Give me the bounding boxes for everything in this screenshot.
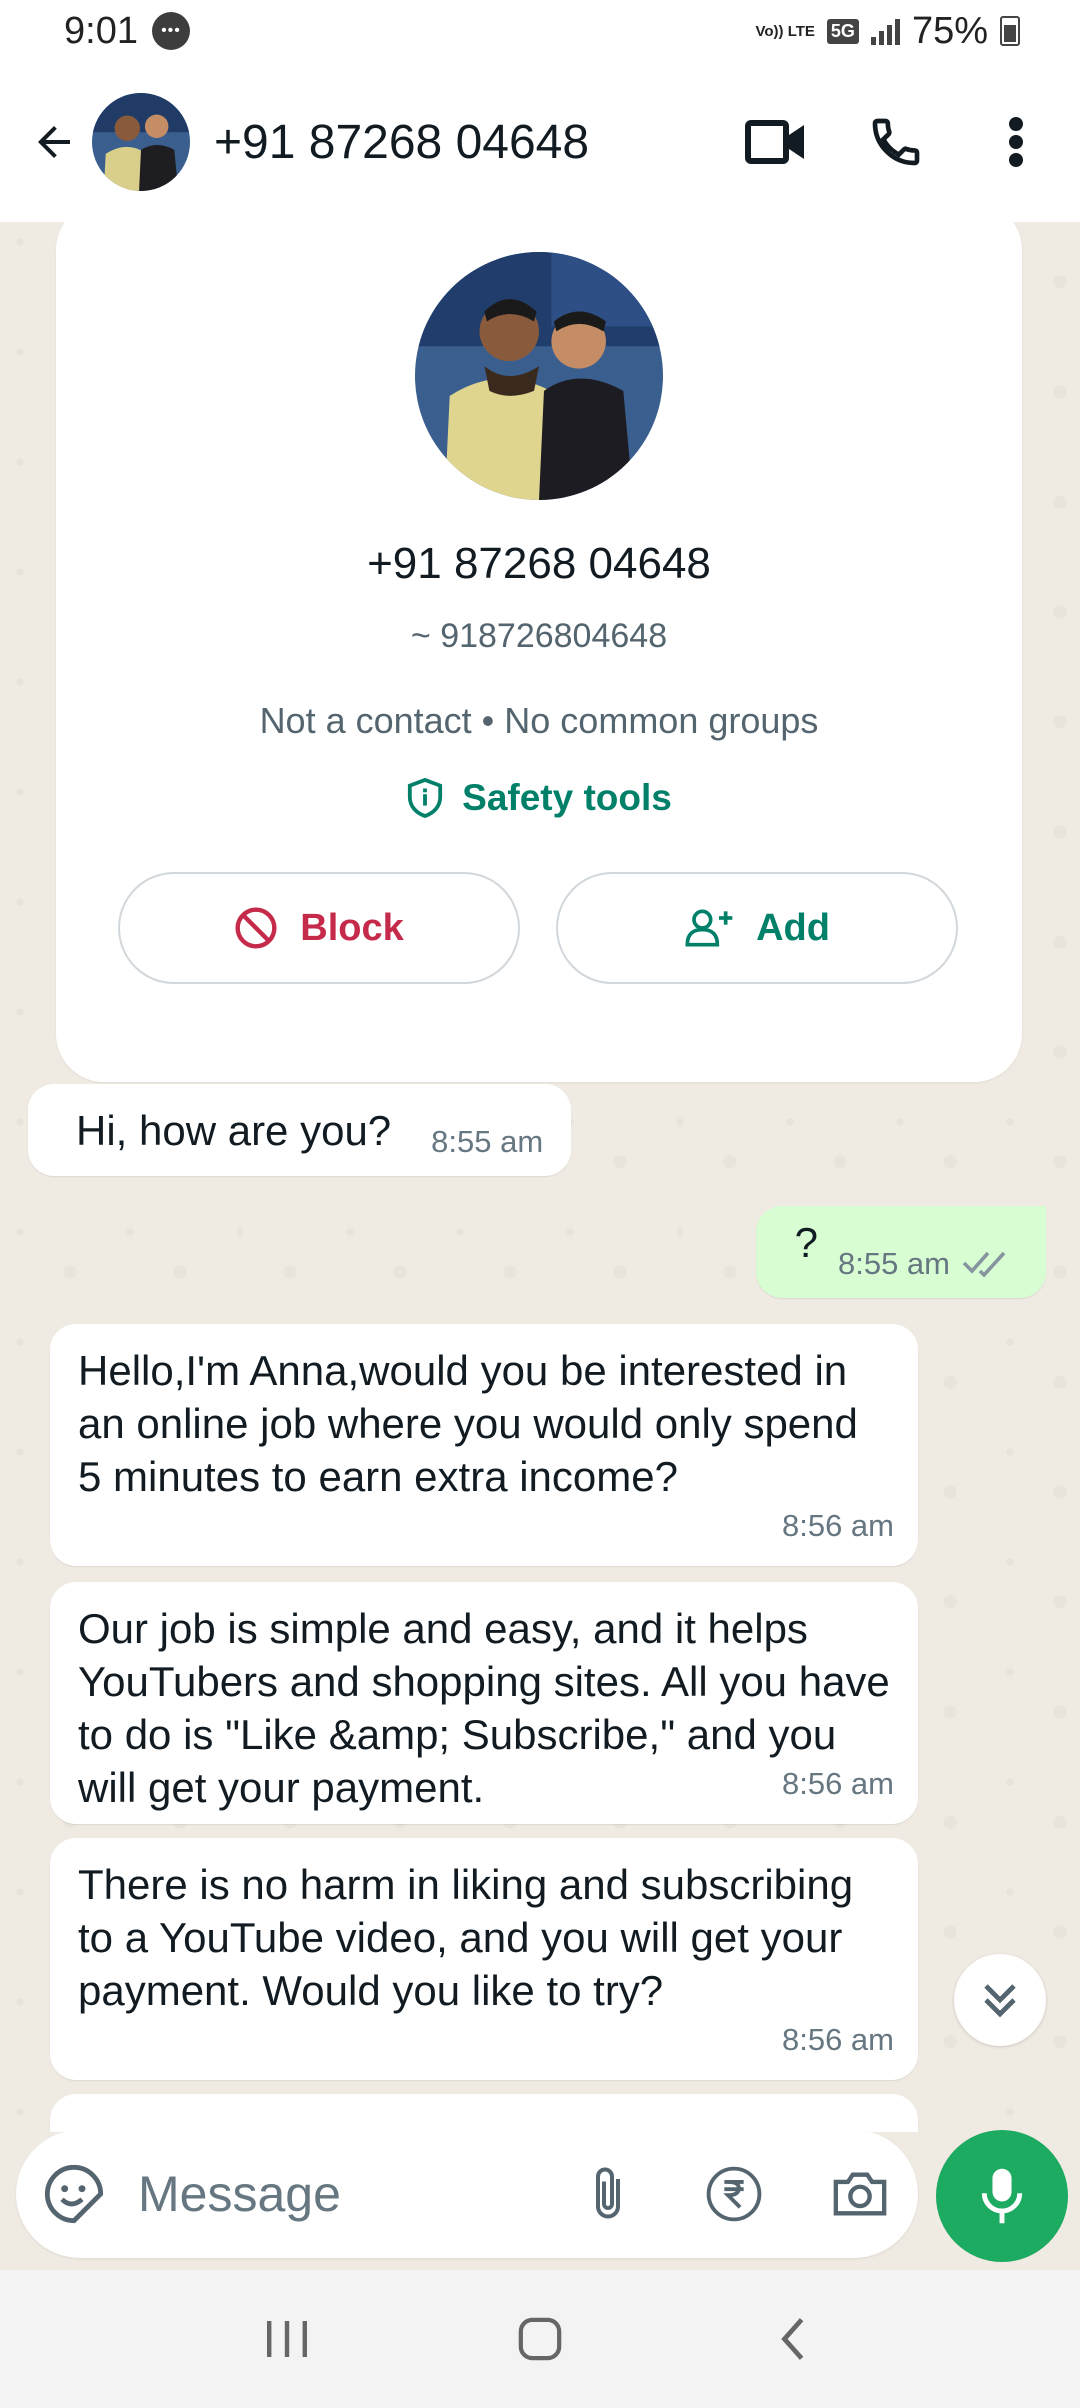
chat-area[interactable]: +91 87268 04648 ~ 918726804648 Not a con…: [0, 222, 1080, 2132]
status-right: Vo)) LTE 5G 75%: [755, 10, 1020, 53]
shield-icon: [408, 777, 443, 819]
back-nav-icon[interactable]: [753, 2299, 833, 2379]
message-bubble-incoming[interactable]: Hi, how are you? 8:55 am: [28, 1084, 572, 1176]
header-title[interactable]: +91 87268 04648: [214, 115, 696, 170]
add-label: Add: [756, 906, 830, 949]
contact-avatar[interactable]: [415, 252, 663, 500]
safety-tools-label: Safety tools: [462, 777, 672, 818]
double-chevron-down-icon: [984, 1984, 1016, 2018]
message-bubble-incoming[interactable]: Hello,I'm Anna,would you be interested i…: [50, 1324, 918, 1566]
more-options-icon[interactable]: [976, 102, 1056, 182]
add-user-icon: [685, 909, 733, 947]
mic-icon: [981, 2168, 1023, 2224]
message-bubble-incoming[interactable]: Our job is simple and easy, and it helps…: [50, 1582, 918, 1824]
message-bubble-partial[interactable]: [50, 2094, 918, 2132]
add-contact-button[interactable]: Add: [556, 872, 958, 984]
message-time: 8:56 am: [781, 1508, 894, 1543]
message-bubble-outgoing[interactable]: ? 8:55 am: [756, 1206, 1046, 1298]
message-text: Our job is simple and easy, and it helps…: [78, 1605, 890, 1811]
scroll-to-bottom-button[interactable]: [954, 1954, 1046, 2046]
emoji-sticker-icon[interactable]: [42, 2162, 106, 2226]
message-time: 8:56 am: [781, 2022, 894, 2057]
block-button[interactable]: Block: [118, 872, 520, 984]
message-text: Hi, how are you?: [76, 1106, 392, 1154]
double-check-icon: [962, 1251, 1006, 1277]
message-notification-icon: •••: [151, 12, 190, 50]
battery-percent: 75%: [911, 9, 988, 52]
message-time: 8:55 am: [837, 1245, 950, 1281]
attachment-icon[interactable]: [576, 2162, 640, 2226]
safety-tools-link[interactable]: Safety tools: [56, 777, 1022, 819]
signal-icon: [870, 17, 900, 45]
message-text: There is no harm in liking and subscribi…: [78, 1861, 854, 2014]
home-icon[interactable]: [500, 2299, 580, 2379]
camera-icon[interactable]: [828, 2162, 892, 2226]
status-time: 9:01: [64, 9, 138, 52]
video-call-icon[interactable]: [736, 102, 816, 182]
contact-phone: +91 87268 04648: [367, 539, 711, 588]
system-nav-bar: [0, 2270, 1080, 2408]
header-avatar[interactable]: [92, 93, 190, 191]
mic-button[interactable]: [936, 2130, 1068, 2262]
block-label: Block: [300, 906, 404, 949]
rupee-payment-icon[interactable]: [702, 2162, 766, 2226]
status-bar: 9:01 ••• Vo)) LTE 5G 75%: [0, 0, 1080, 62]
message-composer: Message: [16, 2130, 918, 2258]
message-text: Hello,I'm Anna,would you be interested i…: [78, 1347, 858, 1500]
status-left: 9:01 •••: [64, 10, 190, 53]
battery-icon: [1000, 16, 1020, 46]
message-text: ?: [794, 1218, 818, 1266]
recent-apps-icon[interactable]: [247, 2299, 327, 2379]
chat-header: +91 87268 04648: [0, 62, 1080, 222]
message-time: 8:55 am: [431, 1123, 544, 1159]
contact-alt-name: ~ 918726804648: [410, 617, 668, 655]
header-actions: [696, 102, 1056, 182]
message-time: 8:56 am: [781, 1766, 894, 1801]
voice-call-icon[interactable]: [856, 102, 936, 182]
contact-subtitle: Not a contact • No common groups: [259, 700, 819, 741]
message-meta: 8:55 am: [838, 1237, 1010, 1290]
contact-info-card: +91 87268 04648 ~ 918726804648 Not a con…: [56, 222, 1022, 1082]
message-bubble-incoming[interactable]: There is no harm in liking and subscribi…: [50, 1838, 918, 2080]
network-5g-label: 5G: [826, 18, 859, 44]
back-arrow-icon[interactable]: [24, 112, 84, 172]
block-icon: [235, 907, 277, 949]
message-input[interactable]: Message: [138, 2165, 576, 2223]
network-lte-label: Vo)) LTE: [755, 22, 815, 40]
